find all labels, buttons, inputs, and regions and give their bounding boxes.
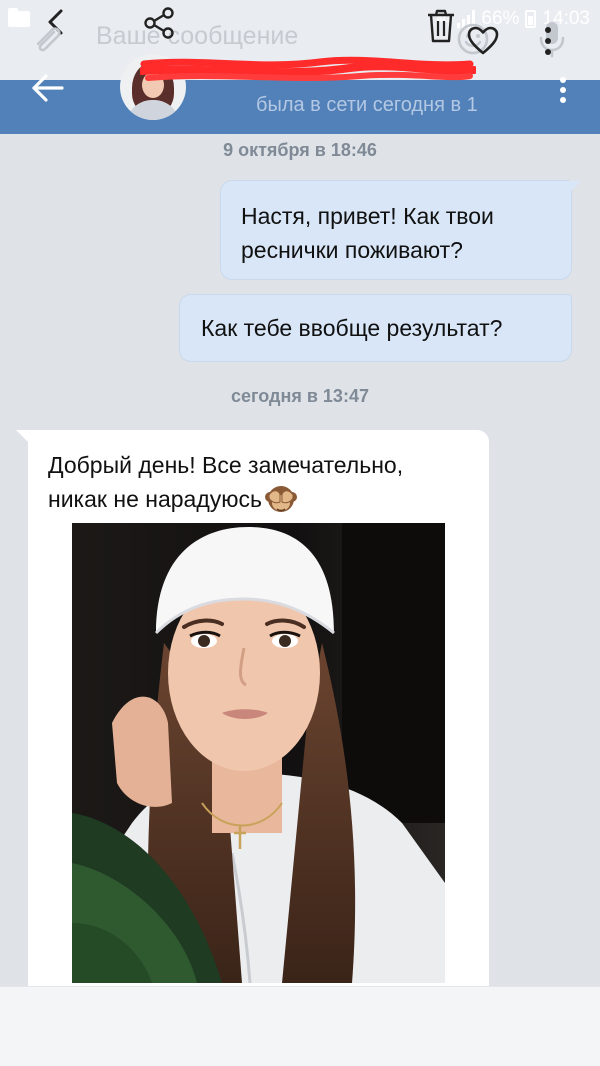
- status-bar: 4G 66% 14:03: [0, 0, 600, 38]
- more-vertical-icon[interactable]: [536, 24, 560, 58]
- message-line: Настя, привет! Как твои: [241, 203, 494, 229]
- redacted-name: [140, 56, 476, 81]
- message-line: реснички поживают?: [241, 237, 463, 263]
- message-line: Добрый день! Все замечательно,: [48, 452, 404, 478]
- battery-icon: [525, 10, 537, 28]
- more-vertical-icon[interactable]: [553, 76, 573, 104]
- message-composer: [0, 986, 600, 1066]
- outgoing-message[interactable]: Как тебе ввобще результат?: [179, 294, 572, 362]
- delete-icon[interactable]: [424, 8, 458, 44]
- photo-attachment[interactable]: [72, 523, 445, 983]
- see-no-evil-monkey-icon: [264, 486, 297, 512]
- message-line: никак не нарадуюсь: [48, 482, 471, 516]
- attach-icon[interactable]: [30, 22, 64, 56]
- folder-icon: [8, 8, 30, 27]
- message-line: Как тебе ввобще результат?: [201, 315, 503, 341]
- share-icon[interactable]: [142, 6, 176, 40]
- back-arrow-icon[interactable]: [30, 72, 66, 104]
- selfie-photo: [72, 523, 445, 983]
- date-separator: 9 октября в 18:46: [223, 140, 377, 160]
- outgoing-message[interactable]: Настя, привет! Как твои реснички поживаю…: [220, 180, 581, 280]
- last-seen-status: была в сети сегодня в 1: [256, 94, 478, 116]
- heart-icon[interactable]: [466, 24, 500, 58]
- message-input[interactable]: Ваше сообщение: [96, 22, 298, 51]
- date-separator: сегодня в 13:47: [231, 386, 369, 406]
